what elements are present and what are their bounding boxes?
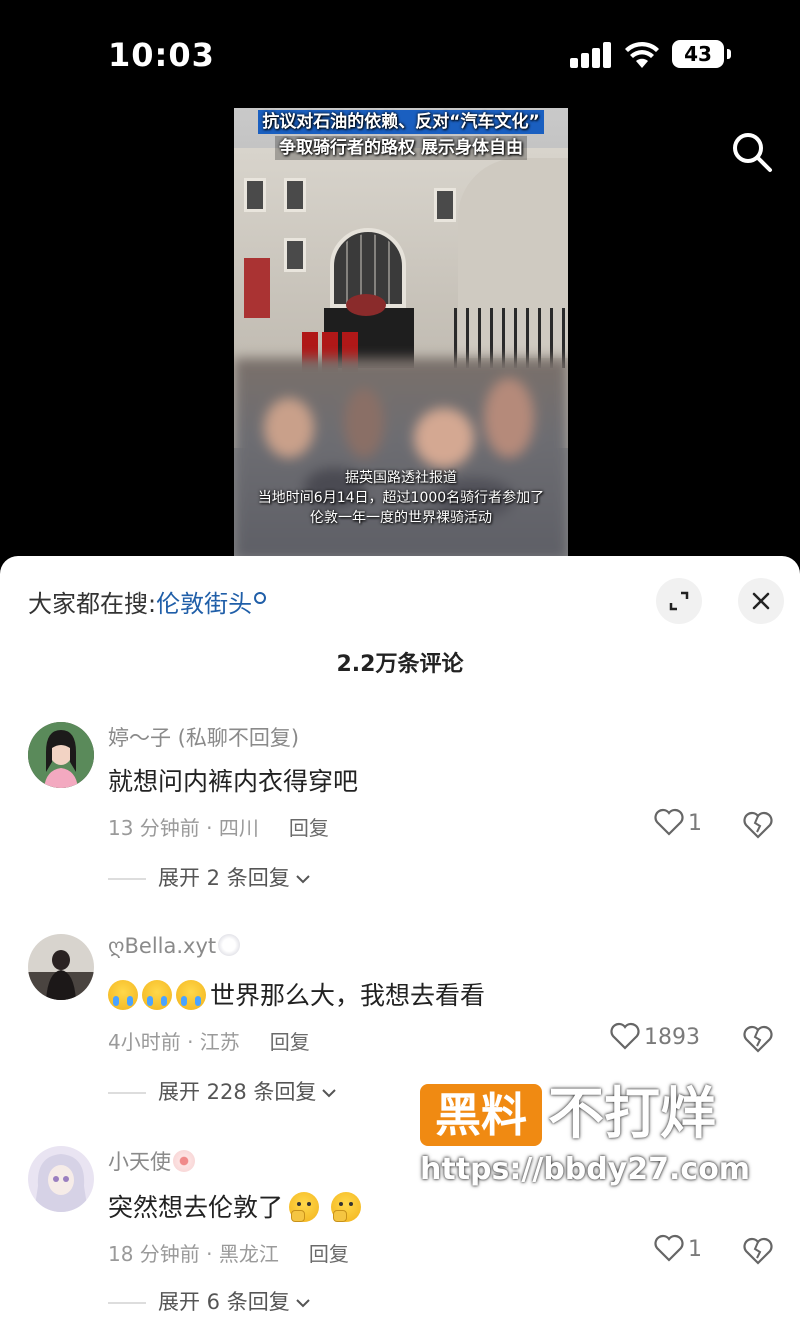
thinking-emoji-icon bbox=[331, 1192, 362, 1222]
video-player[interactable]: 抗议对石油的依赖、反对“汽车文化” 争取骑行者的路权 展示身体自由 据英国路透社… bbox=[234, 108, 568, 560]
comment-text-row: 突然想去伦敦了 bbox=[108, 1188, 365, 1224]
video-caption-line-1: 据英国路透社报道 bbox=[345, 470, 457, 486]
like-count: 1893 bbox=[644, 1025, 700, 1050]
hot-search-bar[interactable]: 大家都在搜:伦敦街头 bbox=[28, 584, 267, 619]
avatar-image bbox=[28, 934, 94, 1000]
mouse-emoji-icon bbox=[218, 934, 241, 956]
video-store-logo bbox=[346, 294, 386, 316]
video-window bbox=[434, 188, 456, 222]
crying-emoji-icon bbox=[176, 980, 206, 1010]
battery-icon: 43 bbox=[672, 40, 731, 68]
comment-meta: 13 分钟前 · 四川 回复 bbox=[108, 812, 329, 841]
video-title-overlay: 抗议对石油的依赖、反对“汽车文化” 争取骑行者的路权 展示身体自由 bbox=[234, 108, 568, 160]
like-count: 1 bbox=[688, 811, 702, 836]
watermark-box: 黑料 bbox=[420, 1084, 542, 1146]
video-window bbox=[284, 238, 306, 272]
divider bbox=[108, 878, 146, 880]
video-caption-line-3: 伦敦一年一度的世界裸骑活动 bbox=[310, 510, 492, 526]
close-button[interactable] bbox=[738, 578, 784, 624]
heart-icon bbox=[610, 1022, 640, 1050]
search-icon[interactable] bbox=[728, 128, 776, 176]
video-caption-line-2: 当地时间6月14日，超过1000名骑行者参加了 bbox=[257, 490, 545, 506]
comment-username[interactable]: ღBella.xyt bbox=[108, 934, 241, 958]
hot-search-magnifier-icon bbox=[254, 592, 267, 604]
like-button[interactable]: 1893 bbox=[610, 1022, 700, 1052]
divider bbox=[108, 1092, 146, 1094]
broken-heart-icon[interactable] bbox=[742, 1024, 774, 1054]
video-title-line-1: 抗议对石油的依赖、反对“汽车文化” bbox=[258, 110, 544, 134]
watermark-text: 不打烊 bbox=[548, 1082, 716, 1147]
reply-button[interactable]: 回复 bbox=[270, 1030, 310, 1054]
expand-replies-button[interactable]: 展开 2 条回复 bbox=[108, 862, 312, 892]
status-time: 10:03 bbox=[108, 36, 215, 74]
comment-time-location: 18 分钟前 · 黑龙江 bbox=[108, 1242, 279, 1266]
expand-button[interactable] bbox=[656, 578, 702, 624]
crying-emoji-icon bbox=[108, 980, 138, 1010]
heart-icon bbox=[654, 1234, 684, 1262]
hot-search-term[interactable]: 伦敦街头 bbox=[156, 590, 252, 618]
video-window bbox=[284, 178, 306, 212]
expand-replies-label: 展开 228 条回复 bbox=[158, 1080, 317, 1104]
comment-username[interactable]: 小天使 bbox=[108, 1146, 195, 1176]
avatar[interactable] bbox=[28, 1146, 94, 1212]
crying-emoji-icon bbox=[142, 980, 172, 1010]
comment-sheet: 大家都在搜:伦敦街头 2.2万条评论 婷～子 (私聊不回复) 就想问内裤内衣得穿… bbox=[0, 556, 800, 1332]
cellular-signal-icon bbox=[570, 42, 612, 68]
chevron-down-icon bbox=[322, 1089, 337, 1098]
comment-meta: 18 分钟前 · 黑龙江 回复 bbox=[108, 1238, 349, 1267]
comment-text: 突然想去伦敦了 bbox=[108, 1193, 284, 1222]
video-crowd-blurred bbox=[234, 358, 568, 560]
video-caption-overlay: 据英国路透社报道 当地时间6月14日，超过1000名骑行者参加了 伦敦一年一度的… bbox=[234, 468, 568, 528]
thinking-emoji-icon bbox=[289, 1192, 320, 1222]
comment-time-location: 13 分钟前 · 四川 bbox=[108, 816, 259, 840]
video-title-line-2: 争取骑行者的路权 展示身体自由 bbox=[275, 136, 527, 160]
hot-search-prefix: 大家都在搜: bbox=[28, 590, 157, 618]
video-window bbox=[244, 178, 266, 212]
reply-button[interactable]: 回复 bbox=[309, 1242, 349, 1266]
reply-button[interactable]: 回复 bbox=[289, 816, 329, 840]
comment-username[interactable]: 婷～子 (私聊不回复) bbox=[108, 722, 299, 752]
like-count: 1 bbox=[688, 1237, 702, 1262]
comment-text: 世界那么大，我想去看看 bbox=[210, 981, 486, 1010]
comment-count: 2.2万条评论 bbox=[336, 652, 464, 677]
broken-heart-icon[interactable] bbox=[742, 1236, 774, 1266]
comment-username-text: 小天使 bbox=[108, 1150, 171, 1174]
heart-icon bbox=[654, 808, 684, 836]
avatar[interactable] bbox=[28, 934, 94, 1000]
chevron-down-icon bbox=[296, 1299, 310, 1308]
comment-meta: 4小时前 · 江苏 回复 bbox=[108, 1026, 310, 1055]
video-banner bbox=[244, 258, 270, 318]
watermark: 黑料 不打烊 https://bbdy27.com bbox=[420, 1084, 760, 1194]
comment-username-text: ღBella.xyt bbox=[108, 934, 217, 958]
avatar-image bbox=[28, 1146, 94, 1212]
comment-text-row: 世界那么大，我想去看看 bbox=[108, 976, 485, 1012]
wifi-icon bbox=[625, 41, 659, 68]
expand-replies-label: 展开 6 条回复 bbox=[158, 1290, 290, 1314]
expand-replies-button[interactable]: 展开 6 条回复 bbox=[108, 1286, 312, 1316]
expand-replies-label: 展开 2 条回复 bbox=[158, 866, 290, 890]
close-icon bbox=[752, 592, 770, 610]
status-bar: 10:03 43 bbox=[0, 0, 800, 110]
avatar[interactable] bbox=[28, 722, 94, 788]
broken-heart-icon[interactable] bbox=[742, 810, 774, 840]
avatar-image bbox=[28, 722, 94, 788]
expand-icon bbox=[669, 591, 689, 611]
divider bbox=[108, 1302, 146, 1304]
comment-text: 就想问内裤内衣得穿吧 bbox=[108, 767, 359, 796]
badge-icon bbox=[173, 1150, 195, 1172]
comment-time-location: 4小时前 · 江苏 bbox=[108, 1030, 240, 1054]
expand-replies-button[interactable]: 展开 228 条回复 bbox=[108, 1076, 338, 1106]
like-button[interactable]: 1 bbox=[654, 808, 702, 838]
like-button[interactable]: 1 bbox=[654, 1234, 702, 1264]
watermark-url: https://bbdy27.com bbox=[420, 1152, 751, 1187]
chevron-down-icon bbox=[296, 875, 310, 884]
